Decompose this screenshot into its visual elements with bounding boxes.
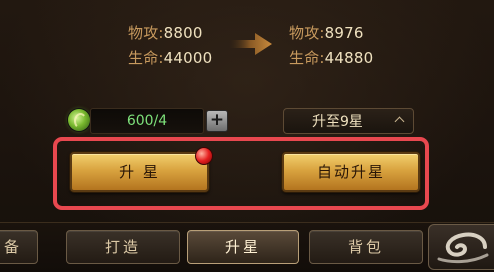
- upgrade-arrow-icon: [229, 33, 272, 55]
- back-button[interactable]: [428, 224, 494, 270]
- swirl-back-icon: [437, 232, 489, 264]
- target-star-label: 升至9星: [312, 114, 363, 130]
- tab-upgrade-star[interactable]: 升星: [187, 230, 299, 264]
- chevron-up-icon: [394, 116, 405, 127]
- green-orb-icon: [68, 109, 90, 131]
- after-attack-stat: 物攻:8976: [289, 24, 364, 42]
- add-resource-button[interactable]: +: [206, 110, 228, 132]
- upgrade-star-button[interactable]: 升 星: [70, 152, 209, 192]
- tab-bag[interactable]: 背包: [309, 230, 423, 264]
- tab-equipment[interactable]: 备: [0, 230, 38, 264]
- notification-dot-icon: [195, 147, 213, 165]
- before-attack-stat: 物攻:8800: [128, 24, 203, 42]
- before-hp-stat: 生命:44000: [128, 49, 213, 67]
- target-star-select[interactable]: 升至9星: [283, 108, 414, 134]
- after-hp-stat: 生命:44880: [289, 49, 374, 67]
- tab-forge[interactable]: 打造: [66, 230, 180, 264]
- auto-upgrade-star-button[interactable]: 自动升星: [282, 152, 420, 192]
- resource-count: 600/4: [90, 108, 204, 134]
